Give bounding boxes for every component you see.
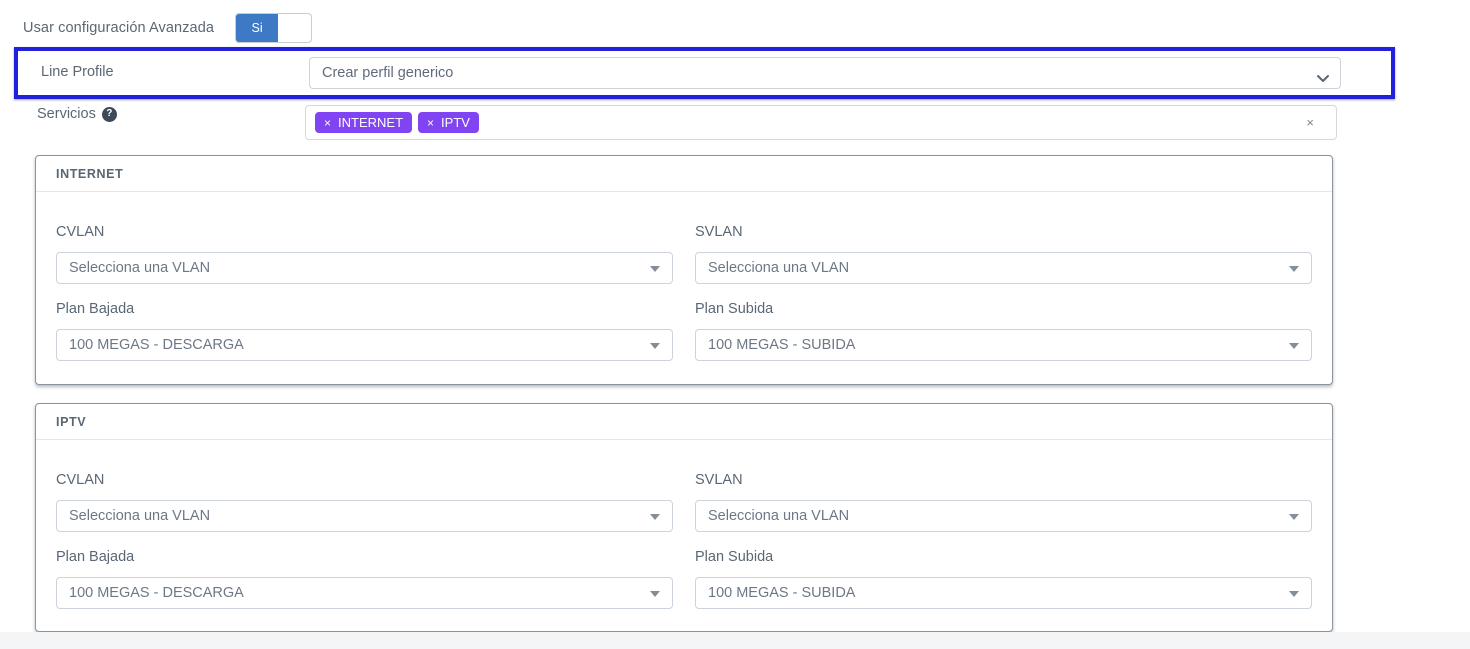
field-svlan: SVLAN Selecciona una VLAN [695,224,1312,284]
plan-subida-value: 100 MEGAS - SUBIDA [708,337,855,353]
cvlan-placeholder: Selecciona una VLAN [69,260,210,276]
servicios-label: Servicios [37,106,96,122]
svlan-select[interactable]: Selecciona una VLAN [695,500,1312,532]
svlan-select[interactable]: Selecciona una VLAN [695,252,1312,284]
page-bottom-background [0,632,1470,649]
toggle-on-segment[interactable]: Si [236,14,278,42]
close-icon[interactable]: × [324,116,331,130]
field-svlan: SVLAN Selecciona una VLAN [695,472,1312,532]
plan-bajada-label: Plan Bajada [56,549,673,565]
iptv-panel-body: CVLAN Selecciona una VLAN SVLAN Seleccio… [36,440,1332,629]
cvlan-select[interactable]: Selecciona una VLAN [56,500,673,532]
line-profile-select[interactable]: Crear perfil generico [309,57,1341,89]
tag-iptv[interactable]: × IPTV [418,112,479,133]
plan-subida-label: Plan Subida [695,549,1312,565]
plan-subida-value: 100 MEGAS - SUBIDA [708,585,855,601]
cvlan-placeholder: Selecciona una VLAN [69,508,210,524]
field-plan-subida: Plan Subida 100 MEGAS - SUBIDA [695,301,1312,361]
plan-bajada-label: Plan Bajada [56,301,673,317]
internet-panel-title: INTERNET [56,167,123,181]
caret-down-icon [650,343,660,349]
plan-subida-select[interactable]: 100 MEGAS - SUBIDA [695,329,1312,361]
field-cvlan: CVLAN Selecciona una VLAN [56,472,673,532]
close-icon[interactable]: × [427,116,434,130]
plan-bajada-select[interactable]: 100 MEGAS - DESCARGA [56,329,673,361]
plan-bajada-value: 100 MEGAS - DESCARGA [69,337,244,353]
svlan-label: SVLAN [695,472,1312,488]
servicios-label-group: Servicios ? [37,106,117,122]
caret-down-icon [1289,266,1299,272]
question-circle-icon[interactable]: ? [102,107,117,122]
plan-bajada-select[interactable]: 100 MEGAS - DESCARGA [56,577,673,609]
line-profile-row-highlighted: Line Profile Crear perfil generico [14,47,1395,99]
caret-down-icon [650,266,660,272]
svlan-label: SVLAN [695,224,1312,240]
caret-down-icon [650,591,660,597]
caret-down-icon [650,514,660,520]
field-plan-subida: Plan Subida 100 MEGAS - SUBIDA [695,549,1312,609]
iptv-panel-title: IPTV [56,415,86,429]
svlan-placeholder: Selecciona una VLAN [708,508,849,524]
plan-bajada-value: 100 MEGAS - DESCARGA [69,585,244,601]
internet-panel-header: INTERNET [36,156,1332,192]
close-icon[interactable]: × [1306,115,1314,132]
caret-down-icon [1289,591,1299,597]
tag-internet[interactable]: × INTERNET [315,112,412,133]
advanced-config-row: Usar configuración Avanzada Si [23,13,312,43]
advanced-config-form: Usar configuración Avanzada Si Line Prof… [0,0,1470,649]
tag-label: IPTV [441,115,470,130]
svlan-placeholder: Selecciona una VLAN [708,260,849,276]
field-cvlan: CVLAN Selecciona una VLAN [56,224,673,284]
tag-label: INTERNET [338,115,403,130]
advanced-config-toggle[interactable]: Si [235,13,312,43]
iptv-panel: IPTV CVLAN Selecciona una VLAN SVLAN Sel… [35,403,1333,632]
field-plan-bajada: Plan Bajada 100 MEGAS - DESCARGA [56,549,673,609]
plan-subida-select[interactable]: 100 MEGAS - SUBIDA [695,577,1312,609]
chevron-down-icon [1316,70,1330,88]
cvlan-select[interactable]: Selecciona una VLAN [56,252,673,284]
internet-panel: INTERNET CVLAN Selecciona una VLAN SVLAN… [35,155,1333,385]
cvlan-label: CVLAN [56,472,673,488]
field-plan-bajada: Plan Bajada 100 MEGAS - DESCARGA [56,301,673,361]
iptv-panel-header: IPTV [36,404,1332,440]
cvlan-label: CVLAN [56,224,673,240]
caret-down-icon [1289,514,1299,520]
internet-panel-body: CVLAN Selecciona una VLAN SVLAN Seleccio… [36,192,1332,381]
caret-down-icon [1289,343,1299,349]
servicios-multiselect[interactable]: × INTERNET × IPTV × [305,105,1337,140]
advanced-config-label: Usar configuración Avanzada [23,20,214,36]
line-profile-selected-value: Crear perfil generico [322,65,453,81]
plan-subida-label: Plan Subida [695,301,1312,317]
line-profile-label: Line Profile [41,64,114,80]
